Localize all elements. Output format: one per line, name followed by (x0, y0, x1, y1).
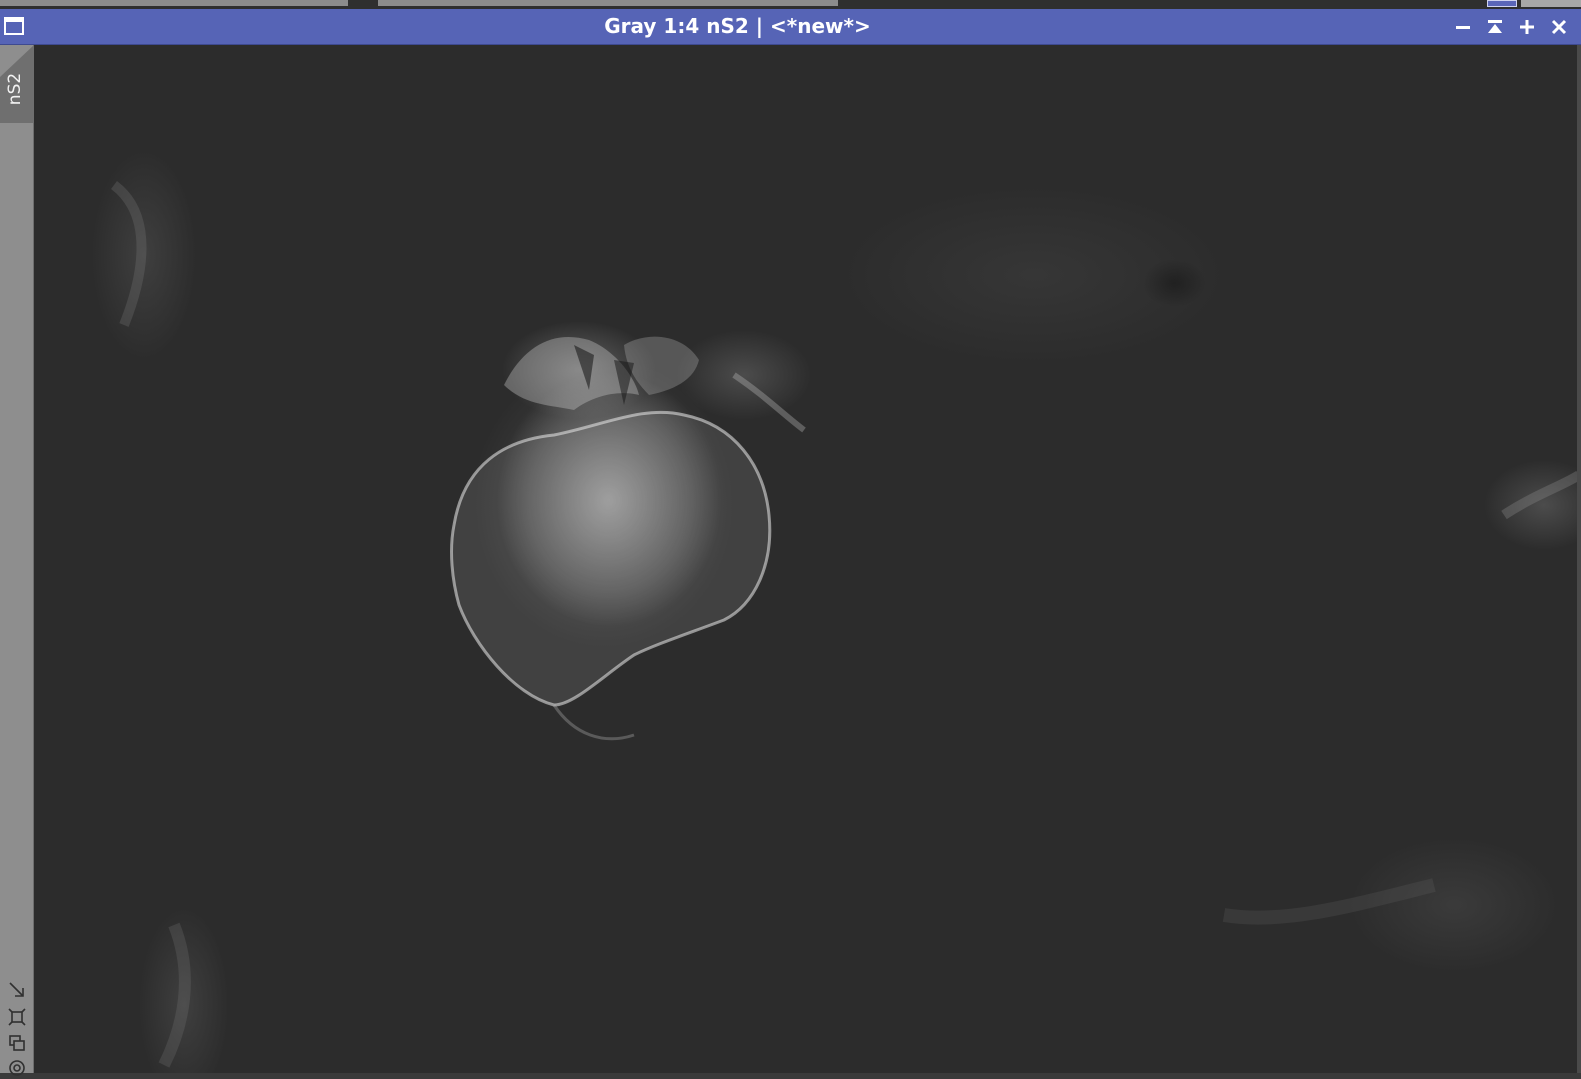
image-window: Gray 1:4 nS2 | <*new*> nS2 (0, 9, 1581, 1076)
background-window-tab[interactable] (1521, 0, 1581, 7)
clone-view-icon (9, 1035, 25, 1051)
clone-view-button[interactable] (6, 1032, 28, 1054)
view-identifier-label: nS2 (5, 72, 25, 106)
iconized-window[interactable] (1487, 0, 1517, 7)
workspace-top-strip (0, 0, 1581, 9)
view-side-strip: nS2 (0, 45, 34, 1076)
shade-button[interactable] (1483, 15, 1507, 39)
auto-fit-icon (9, 982, 24, 997)
title-bar[interactable]: Gray 1:4 nS2 | <*new*> (0, 9, 1581, 45)
view-target-button[interactable] (6, 1057, 28, 1079)
view-target-icon (9, 1060, 25, 1076)
zoom-to-fit-button[interactable] (6, 1006, 28, 1028)
minimize-icon (1456, 26, 1470, 29)
background-window-tab[interactable] (0, 0, 348, 6)
shade-icon (1488, 20, 1502, 33)
zoom-to-fit-icon (8, 1008, 26, 1026)
window-title: Gray 1:4 nS2 | <*new*> (604, 14, 871, 38)
background-window-tab[interactable] (378, 0, 838, 6)
close-button[interactable] (1547, 15, 1571, 39)
window-right-border (1577, 45, 1581, 1073)
minimize-button[interactable] (1451, 15, 1475, 39)
maximize-button[interactable] (1515, 15, 1539, 39)
nebula-image (110, 181, 1581, 1068)
image-canvas[interactable] (34, 45, 1581, 1073)
auto-fit-button[interactable] (6, 979, 28, 1001)
maximize-icon (1520, 20, 1534, 34)
close-icon (1551, 19, 1567, 35)
